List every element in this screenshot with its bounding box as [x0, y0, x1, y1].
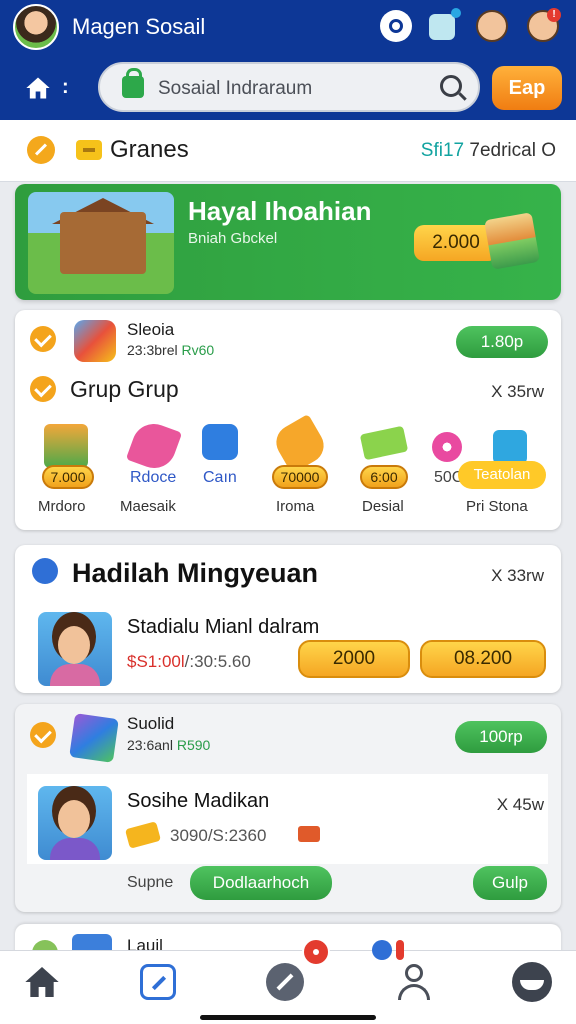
search-input[interactable]: Sosaial Indraraum: [158, 78, 312, 100]
home-icon[interactable]: [24, 74, 52, 102]
notification-dot-icon: [302, 938, 330, 966]
go-button[interactable]: Eap: [492, 66, 562, 110]
gift-box-icon: [484, 212, 540, 270]
cubes-icon: [69, 713, 119, 763]
item-tooltip: Teatolan: [458, 461, 546, 489]
cube-icon[interactable]: [202, 424, 238, 460]
card-meta-time: 23:6anl: [127, 737, 173, 753]
reward-icon: [32, 558, 58, 584]
app-title: Magen Sosail: [72, 14, 206, 39]
footer-label: Supne: [127, 874, 174, 891]
item-name: Sosihe Madikan: [127, 790, 270, 812]
reward-button[interactable]: 08.200: [420, 640, 546, 678]
join-button[interactable]: 1.80p: [456, 326, 548, 358]
item-count: X 45w: [496, 795, 544, 814]
join-button[interactable]: 100rp: [455, 721, 547, 753]
nav-profile-icon[interactable]: [394, 962, 434, 1002]
filter-sort-count: Sfi17: [420, 140, 465, 161]
card-meta-time: 23:3brel: [127, 342, 178, 358]
check-icon: [30, 376, 56, 402]
ticket-icon[interactable]: [76, 140, 102, 160]
home-separator: :: [62, 76, 69, 98]
user-portrait[interactable]: [38, 786, 112, 860]
filter-sort-label: 7edrical O: [469, 140, 556, 161]
card-title: Hadilah Mingyeuan: [72, 558, 319, 588]
house-image: [28, 192, 174, 294]
item-price-tag: 7.000: [42, 465, 94, 489]
profile-avatar[interactable]: [13, 4, 59, 50]
crown-icon: [298, 826, 320, 842]
donut-icon[interactable]: [432, 432, 462, 462]
search-nearby-button[interactable]: Dodlaarhoch: [190, 866, 332, 900]
nav-edit-icon[interactable]: [140, 964, 176, 1000]
banner-subtitle: Bniah Gbckel: [188, 230, 278, 247]
status-dot-icon: [372, 940, 392, 960]
coin-button[interactable]: 2000: [298, 640, 410, 678]
gift-icon[interactable]: [429, 8, 461, 40]
section-count: X 35rw: [491, 382, 544, 401]
status-bar-icon: [396, 940, 404, 960]
item-label: Pri Stona: [466, 498, 528, 515]
notification-avatar-icon[interactable]: [527, 8, 561, 42]
card-title: Sleoia: [127, 320, 175, 339]
filter-label[interactable]: Granes: [110, 136, 189, 164]
card-meta-value: Rv60: [181, 342, 215, 358]
item-amount: 3090/S:2360: [170, 826, 267, 845]
box-icon[interactable]: [44, 424, 88, 468]
item-price-range: /:30:5.60: [184, 652, 251, 671]
search-icon[interactable]: [440, 75, 462, 97]
nav-home-icon[interactable]: [22, 962, 62, 1002]
item-label: Desial: [362, 498, 404, 515]
go-button[interactable]: Gulp: [473, 866, 547, 900]
app-icon: [74, 320, 116, 362]
section-title: Grup Grup: [70, 376, 179, 402]
nav-emoji-icon[interactable]: [512, 962, 552, 1002]
user-portrait[interactable]: [38, 612, 112, 686]
item-price-current: $S1:00l: [127, 652, 185, 671]
chat-search-icon[interactable]: [380, 10, 412, 42]
item-price-tag: Rdoce: [130, 469, 177, 486]
item-price-tag: 70000: [272, 465, 328, 489]
friend-avatar-icon[interactable]: [476, 10, 508, 42]
dice-icon[interactable]: [493, 430, 527, 464]
item-name: Stadialu Mianl dalram: [127, 616, 320, 638]
nav-explore-icon[interactable]: [266, 963, 304, 1001]
search-bar[interactable]: Sosaial Indraraum: [98, 62, 480, 112]
check-icon: [30, 326, 56, 352]
item-label: Iroma: [276, 498, 315, 515]
card-meta: 23:6anl R590: [127, 737, 210, 753]
card-title: Suolid: [127, 714, 175, 733]
item-price-tag: Caın: [203, 469, 237, 486]
banner-title: Hayal Ihoahian: [188, 196, 372, 226]
filter-sort[interactable]: Sfi17 7edrical O: [421, 140, 556, 162]
item-label: Maesaik: [120, 498, 176, 515]
item-label: Mrdoro: [38, 498, 86, 515]
lock-icon: [122, 68, 144, 98]
card-count: X 33rw: [491, 566, 544, 585]
check-icon: [30, 722, 56, 748]
card-meta-value: R590: [176, 737, 211, 753]
item-price: $S1:00l/:30:5.60: [127, 652, 251, 672]
card-meta: 23:3brel Rv60: [127, 342, 214, 358]
flag-icon[interactable]: [27, 136, 55, 164]
item-price-tag: 6:00: [360, 465, 408, 489]
home-indicator[interactable]: [200, 1015, 376, 1020]
